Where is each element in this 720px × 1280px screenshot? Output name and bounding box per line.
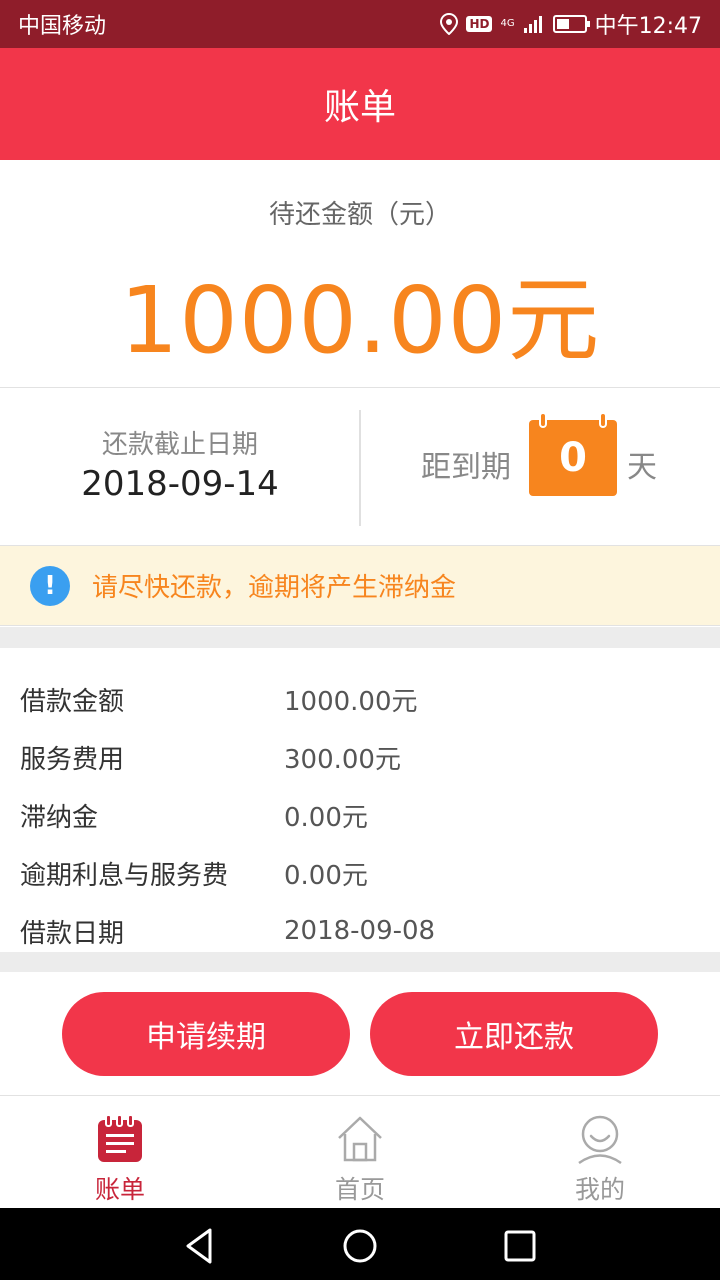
detail-label: 服务费用 [20,744,125,775]
home-icon [335,1114,385,1164]
countdown-block: 距到期 0 天 [361,388,720,546]
bill-icon [95,1114,145,1164]
page-title: 账单 [323,87,396,128]
detail-label: 滞纳金 [20,802,99,833]
location-icon [440,13,459,35]
tab-home[interactable]: 首页 [240,1096,480,1208]
battery-icon [552,15,590,33]
detail-label: 借款日期 [20,918,125,949]
bottom-tab-bar: 账单 首页 我的 [0,1096,720,1208]
back-icon[interactable] [180,1226,220,1266]
detail-value: 0.00元 [284,802,368,833]
detail-row: 滞纳金 0.00元 [0,786,720,844]
signal-icon [523,14,545,34]
amount-label: 待还金额（元） [268,200,451,230]
tab-label: 我的 [574,1175,625,1204]
status-bar: 中国移动 HD 4G 中午12:47 [0,0,720,48]
title-bar: 账单 [0,48,720,160]
home-circle-icon[interactable] [340,1226,380,1266]
repay-button[interactable]: 立即还款 [370,992,658,1076]
due-section: 还款截止日期 2018-09-14 距到期 0 天 [0,388,720,546]
notice-text: 请尽快还款，逾期将产生滞纳金 [92,573,457,603]
due-date-block: 还款截止日期 2018-09-14 [0,388,360,546]
detail-label: 逾期利息与服务费 [20,860,229,891]
tab-label: 账单 [94,1175,145,1204]
profile-icon [575,1114,625,1165]
info-icon: ! [30,565,70,606]
renew-button[interactable]: 申请续期 [62,992,350,1076]
detail-value: 1000.00元 [284,686,418,717]
action-bar: 申请续期 立即还款 [0,972,720,1096]
due-date-label: 还款截止日期 [101,430,258,460]
due-date-value: 2018-09-14 [81,464,279,504]
tab-profile[interactable]: 我的 [480,1096,720,1208]
hd-badge: HD [466,16,493,32]
section-gap [0,627,720,648]
detail-value: 300.00元 [284,744,401,775]
overdue-notice: ! 请尽快还款，逾期将产生滞纳金 [0,546,720,626]
detail-value: 2018-09-08 [284,916,436,946]
status-icons: HD 4G 中午12:47 [440,8,702,40]
detail-row: 服务费用 300.00元 [0,728,720,786]
amount-section: 待还金额（元） 1000.00元 [0,160,720,388]
days-unit: 天 [627,450,657,485]
loan-details: 借款金额 1000.00元 服务费用 300.00元 滞纳金 0.00元 逾期利… [0,648,720,952]
amount-value: 1000.00元 [119,267,601,374]
detail-row: 逾期利息与服务费 0.00元 [0,844,720,902]
detail-row: 借款金额 1000.00元 [0,670,720,728]
network-type: 4G [500,18,515,29]
detail-value: 0.00元 [284,860,368,891]
clock: 中午12:47 [594,14,702,39]
days-remaining: 0 [559,435,587,481]
recents-icon[interactable] [500,1226,540,1266]
countdown-label: 距到期 [421,450,511,485]
carrier-name: 中国移动 [18,14,107,39]
section-gap [0,952,720,972]
calendar-icon: 0 [529,412,617,496]
tab-label: 首页 [334,1175,385,1204]
detail-label: 借款金额 [20,686,125,717]
system-nav-bar [0,1208,720,1280]
tab-bill[interactable]: 账单 [0,1096,240,1208]
